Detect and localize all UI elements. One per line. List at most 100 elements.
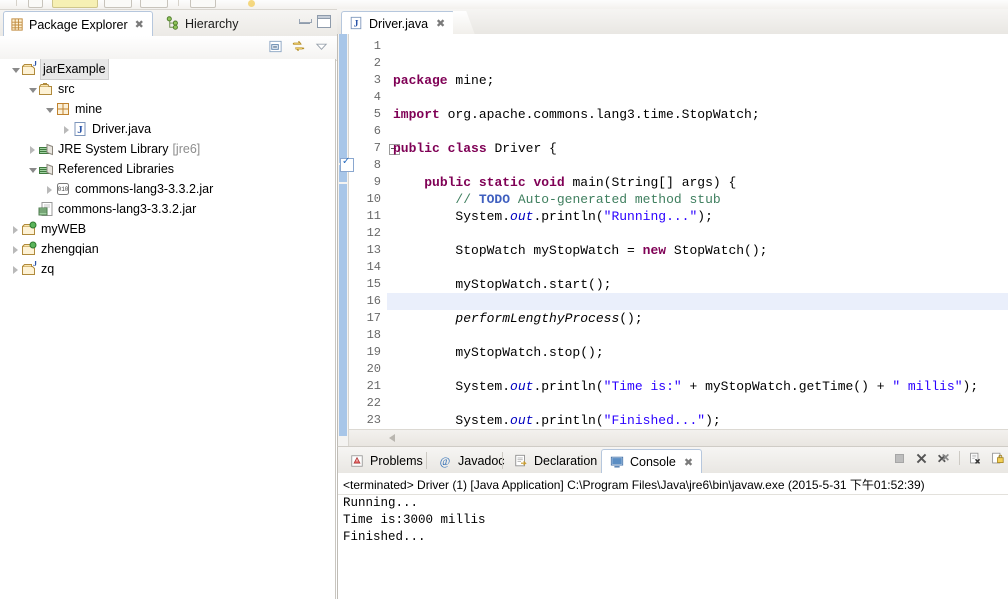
- line-number: 18: [366, 328, 381, 342]
- java-project-icon: J: [21, 261, 37, 277]
- tree-node[interactable]: commons-lang3-3.3.2.jar: [0, 199, 335, 219]
- view-menu-icon[interactable]: [314, 39, 329, 54]
- tree-node[interactable]: src: [0, 79, 335, 99]
- code-line[interactable]: [387, 395, 1008, 412]
- code-line[interactable]: [387, 123, 1008, 140]
- code-line[interactable]: import org.apache.commons.lang3.time.Sto…: [387, 106, 1008, 123]
- code-token-p: [393, 311, 455, 326]
- code-line[interactable]: System.out.println("Time is:" + myStopWa…: [387, 378, 1008, 395]
- chevron-right-icon[interactable]: [44, 184, 55, 195]
- chevron-down-icon[interactable]: [27, 164, 38, 175]
- line-number: 9: [373, 175, 381, 189]
- code-token-p: System.: [393, 209, 511, 224]
- code-token-mth: performLengthyProcess: [455, 311, 620, 326]
- chevron-right-icon[interactable]: [61, 124, 72, 135]
- code-line[interactable]: [387, 157, 1008, 174]
- javadoc-icon: @: [438, 454, 453, 469]
- tree-node[interactable]: 010 commons-lang3-3.3.2.jar: [0, 179, 335, 199]
- line-number: 3: [373, 73, 381, 87]
- project-tree[interactable]: JjarExample src mine J Driver.java JRE System…: [0, 59, 336, 599]
- tree-node[interactable]: Referenced Libraries: [0, 159, 335, 179]
- code-line[interactable]: public class Driver {: [387, 140, 1008, 157]
- tree-node[interactable]: mine: [0, 99, 335, 119]
- chevron-right-icon[interactable]: [27, 144, 38, 155]
- tree-node-label: myWEB: [41, 222, 87, 236]
- tree-node[interactable]: myWEB: [0, 219, 335, 239]
- collapse-all-icon[interactable]: [268, 39, 283, 54]
- console-line: Finished...: [343, 530, 426, 544]
- code-line[interactable]: [387, 225, 1008, 242]
- tree-node[interactable]: JjarExample: [0, 59, 335, 80]
- code-line[interactable]: // TODO Auto-generated method stub: [387, 191, 1008, 208]
- code-line[interactable]: myStopWatch.start();: [387, 276, 1008, 293]
- clear-console-icon[interactable]: [969, 452, 982, 465]
- line-number: 7: [373, 141, 381, 155]
- link-with-editor-icon[interactable]: [291, 39, 306, 54]
- remove-launch-icon[interactable]: [915, 452, 928, 465]
- code-token-p: .println(: [533, 379, 604, 394]
- code-line[interactable]: [387, 259, 1008, 276]
- minimize-button[interactable]: [299, 19, 312, 24]
- chevron-right-icon[interactable]: [10, 264, 21, 275]
- code-line[interactable]: package mine;: [387, 72, 1008, 89]
- line-number: 12: [366, 226, 381, 240]
- todo-task-marker-icon[interactable]: [340, 156, 354, 172]
- console-output[interactable]: <terminated> Driver (1) [Java Applicatio…: [338, 473, 1008, 599]
- code-line[interactable]: StopWatch myStopWatch = new StopWatch();: [387, 242, 1008, 259]
- code-token-kw: class: [447, 141, 487, 156]
- code-token-kw: void: [533, 175, 565, 190]
- code-line[interactable]: performLengthyProcess();: [387, 310, 1008, 327]
- code-line[interactable]: [387, 293, 1008, 310]
- code-line[interactable]: System.out.println("Running...");: [387, 208, 1008, 225]
- code-line[interactable]: [387, 327, 1008, 344]
- line-number: 10: [366, 192, 381, 206]
- code-token-p: [471, 175, 479, 190]
- chevron-down-icon[interactable]: [10, 64, 21, 75]
- code-line[interactable]: [387, 89, 1008, 106]
- declaration-icon: [514, 454, 529, 469]
- tree-node[interactable]: Jzq: [0, 259, 335, 279]
- chevron-down-icon[interactable]: [27, 84, 38, 95]
- line-number: 11: [366, 209, 381, 223]
- svg-text:J: J: [33, 61, 37, 68]
- code-token-p: + myStopWatch.getTime() +: [681, 379, 893, 394]
- console-toolbar: [893, 451, 1004, 465]
- annotation-ruler[interactable]: [338, 34, 349, 446]
- tab-hierarchy[interactable]: Hierarchy: [160, 11, 247, 36]
- tab-driver-java[interactable]: J Driver.java ✖: [341, 11, 456, 35]
- code-line[interactable]: public static void main(String[] args) {: [387, 174, 1008, 191]
- code-line[interactable]: myStopWatch.stop();: [387, 344, 1008, 361]
- tree-node[interactable]: zhengqian: [0, 239, 335, 259]
- scroll-lock-icon[interactable]: [991, 452, 1004, 465]
- code-token-fld: out: [510, 209, 534, 224]
- code-content[interactable]: package mine; import org.apache.commons.…: [387, 34, 1008, 462]
- code-token-p: [440, 141, 448, 156]
- tab-javadoc[interactable]: @ Javadoc: [430, 449, 513, 473]
- chevron-right-icon[interactable]: [10, 244, 21, 255]
- editor-horizontal-scrollbar[interactable]: [349, 429, 1008, 446]
- remove-all-terminated-icon[interactable]: [937, 452, 950, 465]
- svg-text:@: @: [440, 455, 450, 467]
- scroll-left-arrow-icon[interactable]: [389, 434, 395, 442]
- tab-problems[interactable]: Problems: [342, 449, 431, 473]
- chevron-down-icon[interactable]: [44, 104, 55, 115]
- tree-node[interactable]: JRE System Library [jre6]: [0, 139, 335, 159]
- terminate-icon[interactable]: [893, 452, 906, 465]
- code-token-str: " millis": [892, 379, 963, 394]
- close-icon[interactable]: ✖: [684, 456, 693, 469]
- package-icon: [55, 101, 71, 117]
- maximize-button[interactable]: [317, 15, 331, 28]
- code-line[interactable]: System.out.println("Finished...");: [387, 412, 1008, 429]
- java-editor[interactable]: 1234567891011121314151617181920212223 pa…: [337, 34, 1008, 462]
- tab-declaration[interactable]: Declaration: [506, 449, 605, 473]
- code-token-p: myStopWatch.start();: [393, 277, 612, 292]
- tab-console[interactable]: Console ✖: [601, 449, 703, 474]
- code-line[interactable]: [387, 361, 1008, 378]
- tab-package-explorer[interactable]: Package Explorer ✖: [3, 11, 153, 37]
- code-token-p: mine;: [447, 73, 495, 88]
- chevron-right-icon[interactable]: [10, 224, 21, 235]
- tree-node[interactable]: J Driver.java: [0, 119, 335, 139]
- close-icon[interactable]: ✖: [436, 17, 445, 30]
- package-explorer-toolbar: [0, 36, 337, 61]
- close-icon[interactable]: ✖: [135, 18, 144, 31]
